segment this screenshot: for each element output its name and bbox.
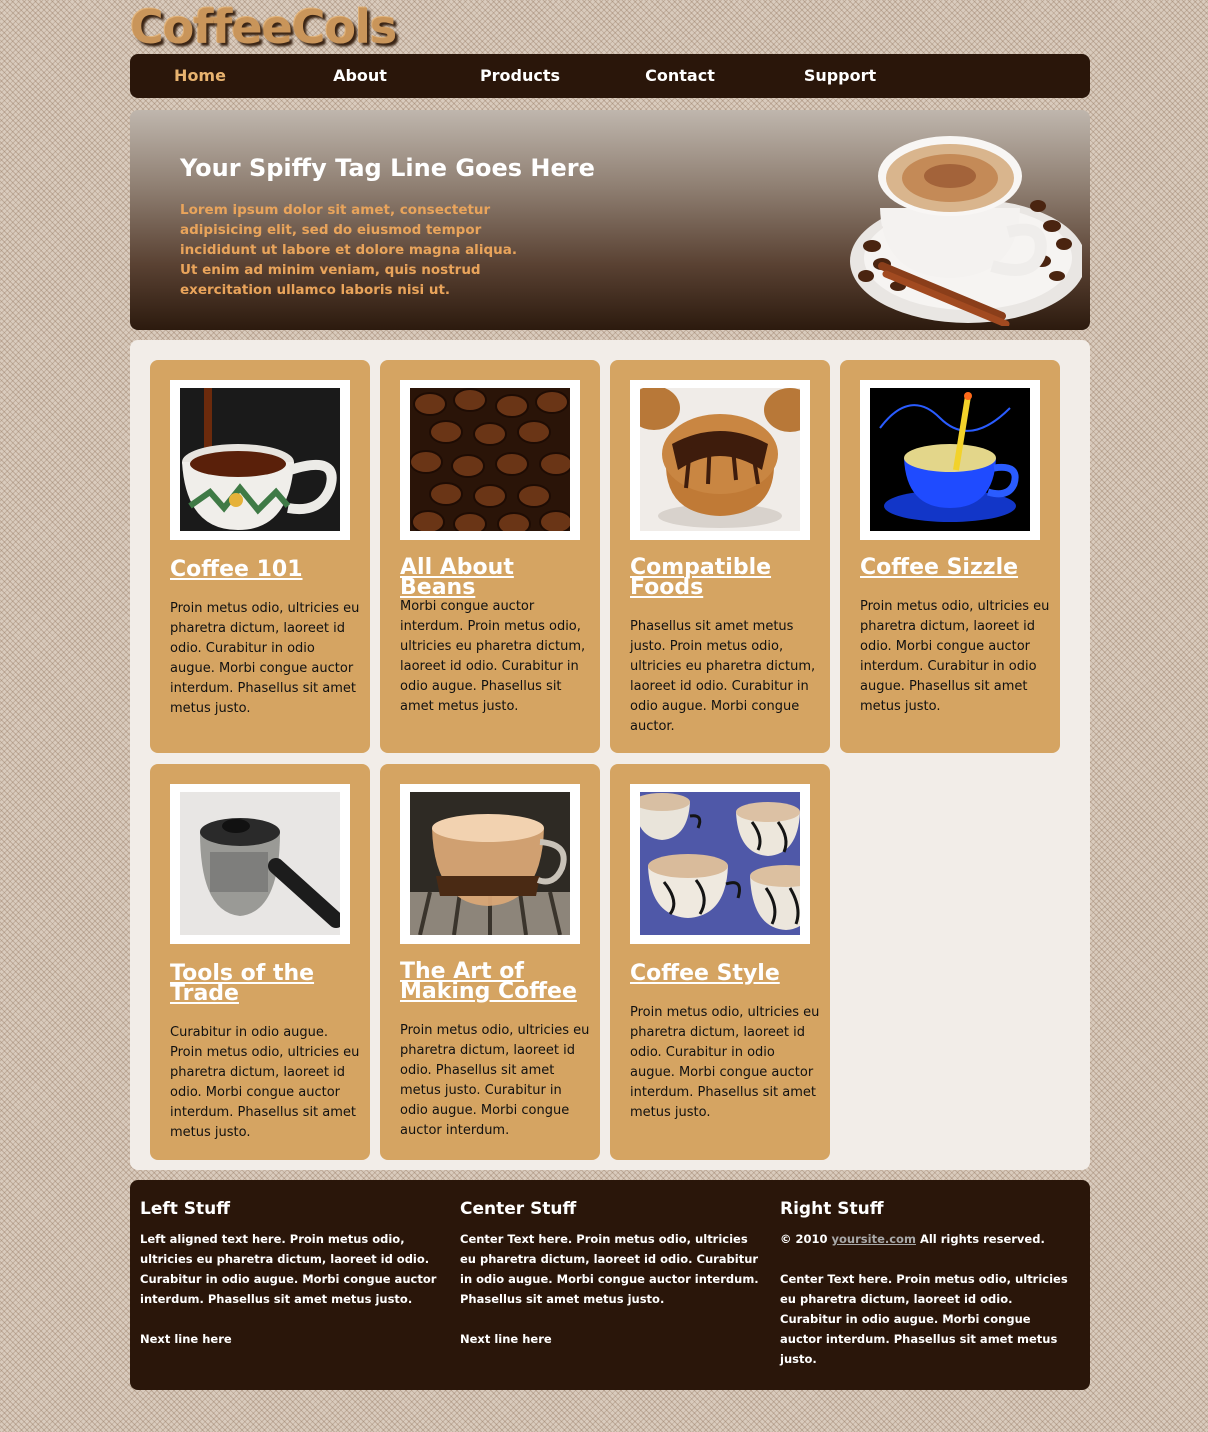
- footer-right-title: Right Stuff: [780, 1199, 884, 1219]
- coffee-pour-image: [180, 388, 340, 531]
- card-text: Morbi congue auctor interdum. Proin metu…: [400, 599, 586, 714]
- card-text: Proin metus odio, ultricies eu pharetra …: [630, 1005, 820, 1120]
- portafilter-image: [180, 792, 340, 935]
- card-title[interactable]: The Art of Making Coffee: [400, 961, 590, 1003]
- card-image-frame: [170, 784, 350, 944]
- nav-item-about[interactable]: About: [280, 54, 440, 98]
- site-logo[interactable]: CoffeeCols: [130, 0, 397, 54]
- cappuccino-cup-image: [850, 136, 1082, 326]
- footer-center-title: Center Stuff: [460, 1199, 577, 1219]
- card-title[interactable]: Coffee Style: [630, 963, 820, 985]
- nav-item-home[interactable]: Home: [120, 54, 280, 98]
- muffin-image: [640, 388, 800, 531]
- card-title[interactable]: Coffee 101: [170, 559, 360, 581]
- espresso-glass-image: [410, 792, 570, 935]
- card-text: Proin metus odio, ultricies eu pharetra …: [170, 601, 360, 716]
- card-all-about-beans: All About Beans Morbi congue auctor inte…: [380, 360, 600, 753]
- footer-center-next-line: Next line here: [460, 1332, 552, 1346]
- nav-item-products[interactable]: Products: [440, 54, 600, 98]
- card-image-frame: [630, 380, 810, 540]
- footer-site-link[interactable]: yoursite.com: [832, 1232, 916, 1246]
- card-text: Proin metus odio, ultricies eu pharetra …: [400, 1023, 590, 1138]
- footer-center: Center Stuff Center Text here. Proin met…: [460, 1198, 760, 1349]
- footer-left: Left Stuff Left aligned text here. Proin…: [140, 1198, 440, 1349]
- card-title[interactable]: Tools of the Trade: [170, 963, 360, 1005]
- footer: Left Stuff Left aligned text here. Proin…: [130, 1180, 1090, 1390]
- hero-banner: Your Spiffy Tag Line Goes Here Lorem ips…: [130, 110, 1090, 330]
- card-coffee-sizzle: Coffee Sizzle Proin metus odio, ultricie…: [840, 360, 1060, 753]
- hero-text: Lorem ipsum dolor sit amet, consectetur …: [180, 202, 517, 298]
- glowing-cup-image: [870, 388, 1030, 531]
- card-text: Curabitur in odio augue. Proin metus odi…: [170, 1025, 360, 1140]
- espresso-cups-image: [640, 792, 800, 935]
- footer-left-text: Left aligned text here. Proin metus odio…: [140, 1232, 437, 1306]
- card-the-art-of-making-coffee: The Art of Making Coffee Proin metus odi…: [380, 764, 600, 1160]
- footer-left-next-line: Next line here: [140, 1332, 232, 1346]
- nav-item-contact[interactable]: Contact: [600, 54, 760, 98]
- card-title[interactable]: Coffee Sizzle: [860, 557, 1050, 579]
- card-image-frame: [860, 380, 1040, 540]
- card-title[interactable]: All About Beans: [400, 557, 590, 599]
- card-coffee-101: Coffee 101 Proin metus odio, ultricies e…: [150, 360, 370, 753]
- coffee-beans-image: [410, 388, 570, 531]
- card-compatible-foods: Compatible Foods Phasellus sit amet metu…: [610, 360, 830, 753]
- card-text: Proin metus odio, ultricies eu pharetra …: [860, 599, 1050, 714]
- hero-tagline: Your Spiffy Tag Line Goes Here: [180, 154, 595, 182]
- card-image-frame: [400, 380, 580, 540]
- footer-copyright: © 2010 yoursite.com All rights reserved.: [780, 1229, 1070, 1249]
- card-tools-of-the-trade: Tools of the Trade Curabitur in odio aug…: [150, 764, 370, 1160]
- footer-right-text: Center Text here. Proin metus odio, ultr…: [780, 1272, 1068, 1366]
- content-area: Coffee 101 Proin metus odio, ultricies e…: [130, 340, 1090, 1170]
- card-title[interactable]: Compatible Foods: [630, 557, 820, 599]
- card-coffee-style: Coffee Style Proin metus odio, ultricies…: [610, 764, 830, 1160]
- footer-left-title: Left Stuff: [140, 1199, 231, 1219]
- card-image-frame: [170, 380, 350, 540]
- nav-item-support[interactable]: Support: [760, 54, 920, 98]
- card-text: Phasellus sit amet metus justo. Proin me…: [630, 619, 816, 734]
- copyright-suffix: All rights reserved.: [919, 1232, 1045, 1246]
- footer-center-text: Center Text here. Proin metus odio, ultr…: [460, 1232, 759, 1306]
- copyright-prefix: © 2010: [780, 1232, 828, 1246]
- card-image-frame: [630, 784, 810, 944]
- main-nav: Home About Products Contact Support: [130, 54, 1090, 98]
- card-image-frame: [400, 784, 580, 944]
- footer-right: Right Stuff © 2010 yoursite.com All righ…: [780, 1198, 1070, 1369]
